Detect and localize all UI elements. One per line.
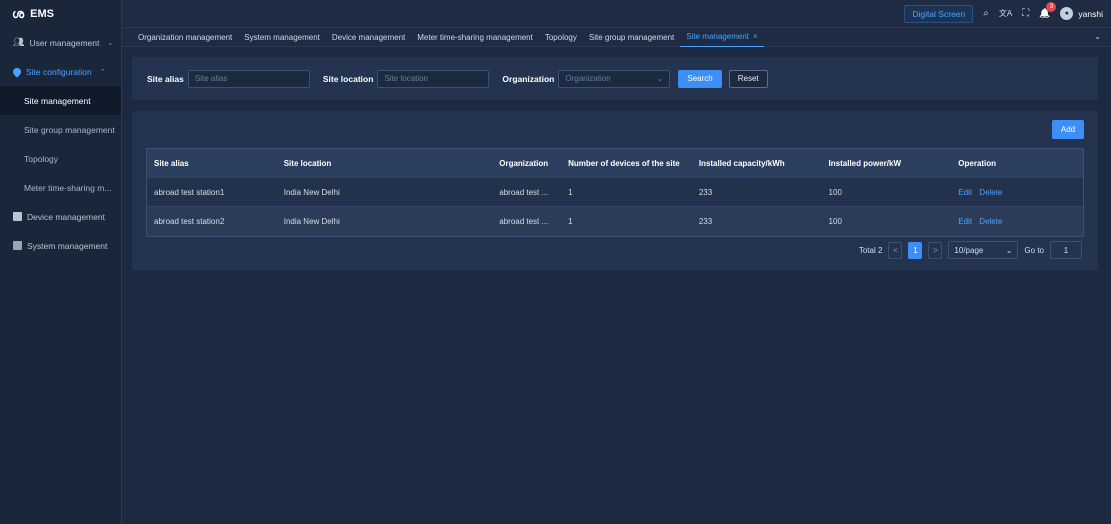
prev-page-button[interactable]: < <box>888 241 903 259</box>
power-cell: 100 <box>828 187 842 197</box>
pagination: Total 2 < 1 > 10/page ⌄ Go to 1 <box>859 241 1082 259</box>
power-cell: 100 <box>828 217 842 226</box>
search-button[interactable]: Search <box>678 69 722 88</box>
sidebar-item-label: Site configuration <box>26 66 92 77</box>
next-page-button[interactable]: > <box>928 241 943 259</box>
column-header: Number of devices of the site <box>568 159 680 168</box>
sidebar-item-topology[interactable]: Topology <box>0 144 121 173</box>
tab-organization-management[interactable]: Organization management <box>132 28 238 47</box>
chevron-down-icon: ⌄ <box>107 39 114 47</box>
table-row[interactable]: abroad test station2 India New Delhi abr… <box>147 207 1083 236</box>
column-header: Installed power/kW <box>828 159 902 168</box>
column-header: Site location <box>283 159 332 168</box>
digital-screen-button[interactable]: Digital Screen <box>904 4 974 23</box>
device-count-cell: 1 <box>568 187 573 197</box>
site-location-cell: India New Delhi <box>283 217 340 226</box>
column-header: Site alias <box>154 159 189 168</box>
page-size-select[interactable]: 10/page ⌄ <box>948 241 1019 259</box>
column-header: Organization <box>499 159 549 168</box>
page-size-value: 10/page <box>954 245 984 255</box>
sidebar-item-label: System management <box>27 240 108 251</box>
capacity-cell: 233 <box>698 217 713 226</box>
site-alias-cell: abroad test station2 <box>154 217 225 226</box>
sidebar-item-user-management[interactable]: 👥︎ User management ⌄ <box>0 28 121 57</box>
sidebar-item-device-management[interactable]: Device management <box>0 202 121 231</box>
tab-system-management[interactable]: System management <box>238 28 326 47</box>
delete-link[interactable]: Delete <box>979 217 1002 226</box>
operation-cell: Edit Delete <box>951 217 1083 226</box>
organization-cell: abroad test ... <box>499 217 549 226</box>
document-icon <box>13 241 22 250</box>
bell-icon[interactable]: 🔔 3 <box>1039 2 1057 19</box>
sidebar-item-site-management[interactable]: Site management <box>0 86 121 115</box>
table-row[interactable]: abroad test station1 India New Delhi abr… <box>147 178 1083 207</box>
tab-topology[interactable]: Topology <box>539 28 583 47</box>
sidebar-item-site-configuration[interactable]: Site configuration ⌃ <box>0 57 121 86</box>
operation-cell: Edit Delete <box>951 188 1083 197</box>
device-count-cell: 1 <box>568 217 573 226</box>
fullscreen-icon[interactable]: ⛶ <box>1022 8 1029 19</box>
location-pin-icon <box>11 65 23 78</box>
table-panel: Add Site alias Site location Organizatio… <box>132 111 1098 270</box>
organization-select[interactable]: Organization ⌄ <box>558 69 671 88</box>
organization-label: Organization <box>502 73 555 84</box>
organization-cell: abroad test ... <box>499 187 549 197</box>
column-header: Operation <box>958 159 997 168</box>
delete-link[interactable]: Delete <box>979 188 1002 197</box>
notification-badge: 3 <box>1046 2 1057 12</box>
site-location-input[interactable]: Site location <box>377 69 490 88</box>
tab-label: Site management <box>686 32 749 41</box>
goto-page-input[interactable]: 1 <box>1050 241 1082 259</box>
book-icon <box>13 212 22 221</box>
sidebar-item-meter-time-sharing[interactable]: Meter time-sharing m... <box>0 173 121 202</box>
users-icon: 👥︎ <box>13 37 25 47</box>
app-logo[interactable]: ശ EMS <box>0 0 121 28</box>
goto-label: Go to <box>1024 245 1044 255</box>
tab-site-management[interactable]: Site management × <box>680 28 764 47</box>
username: yanshi <box>1078 8 1103 19</box>
reset-button[interactable]: Reset <box>728 69 768 88</box>
site-location-cell: India New Delhi <box>283 187 340 197</box>
site-alias-input[interactable]: Site alias <box>187 69 310 88</box>
page-number-button[interactable]: 1 <box>908 241 923 259</box>
total-count: Total 2 <box>858 245 883 255</box>
tab-device-management[interactable]: Device management <box>326 28 411 47</box>
filter-panel: Site alias Site alias Site location Site… <box>132 57 1098 100</box>
table-header: Site alias Site location Organization Nu… <box>147 149 1083 178</box>
add-button[interactable]: Add <box>1052 120 1084 139</box>
edit-link[interactable]: Edit <box>958 188 972 197</box>
tab-meter-time-sharing-management[interactable]: Meter time-sharing management <box>411 28 539 47</box>
edit-link[interactable]: Edit <box>958 217 972 226</box>
capacity-cell: 233 <box>698 187 713 197</box>
organization-placeholder: Organization <box>565 74 611 83</box>
sidebar-item-label: Device management <box>27 211 105 222</box>
top-bar: Digital Screen ⌕ 文A ⛶ 🔔 3 ● yanshi <box>122 0 1111 28</box>
app-name: EMS <box>30 8 54 20</box>
avatar: ● <box>1060 7 1074 20</box>
sidebar: ശ EMS 👥︎ User management ⌄ Site configur… <box>0 0 122 524</box>
site-alias-label: Site alias <box>147 73 184 84</box>
chevron-up-icon: ⌃ <box>99 68 106 76</box>
translate-icon[interactable]: 文A <box>999 8 1012 19</box>
sidebar-item-site-group-management[interactable]: Site group management <box>0 115 121 144</box>
tab-bar: Organization management System managemen… <box>122 28 1111 47</box>
close-icon[interactable]: × <box>753 32 758 41</box>
logo-icon: ശ <box>12 6 25 21</box>
site-location-label: Site location <box>322 73 374 84</box>
user-menu[interactable]: ● yanshi <box>1060 7 1103 20</box>
site-alias-cell: abroad test station1 <box>154 187 225 197</box>
search-icon[interactable]: ⌕ <box>983 8 989 19</box>
sidebar-item-system-management[interactable]: System management <box>0 231 121 260</box>
chevron-down-icon: ⌄ <box>1005 245 1013 255</box>
sidebar-item-label: User management <box>29 37 100 48</box>
chevron-down-icon: ⌄ <box>656 74 664 83</box>
chevron-down-icon[interactable]: ⌄ <box>1094 32 1101 41</box>
tab-site-group-management[interactable]: Site group management <box>583 28 680 47</box>
column-header: Installed capacity/kWh <box>698 159 785 168</box>
sites-table: Site alias Site location Organization Nu… <box>146 148 1084 237</box>
